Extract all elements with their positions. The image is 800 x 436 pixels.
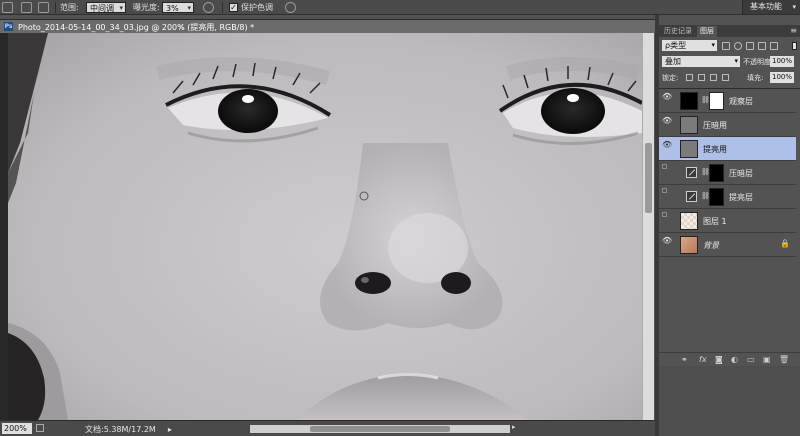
left-gutter	[0, 33, 8, 420]
layer-name: 压暗用	[703, 121, 727, 130]
close-document-icon[interactable]: ×	[178, 22, 185, 31]
tool-preset-icon[interactable]	[2, 2, 13, 13]
lock-all-icon[interactable]	[722, 74, 729, 81]
eye-icon[interactable]: 👁	[662, 140, 672, 149]
layer-row[interactable]: ⛓ 提亮层	[659, 185, 796, 209]
curves-adjustment-icon	[686, 167, 697, 178]
vertical-scroll-thumb[interactable]	[645, 143, 652, 213]
filter-toggle[interactable]	[792, 42, 797, 50]
layer-mask-thumbnail[interactable]	[709, 188, 724, 206]
layer-name: 背景	[703, 241, 719, 250]
layer-thumbnail	[680, 92, 698, 110]
exposure-label: 曝光度:	[133, 3, 160, 12]
photo-face	[8, 33, 642, 420]
adjustment-filter-icon[interactable]	[734, 42, 742, 50]
blend-row: 叠加 不透明度: 100%	[659, 55, 800, 69]
eye-icon[interactable]: 👁	[662, 236, 672, 245]
lock-pixels-icon[interactable]	[698, 74, 705, 81]
opacity-label: 不透明度:	[743, 58, 774, 66]
horizontal-scrollbar[interactable]	[250, 425, 510, 433]
options-bar: 范围: 中间调 曝光度: 3% ✓ 保护色调 基本功能	[0, 0, 800, 15]
status-icon	[36, 424, 44, 432]
layer-name: 压暗层	[729, 169, 753, 178]
layer-mask-thumbnail[interactable]	[709, 164, 724, 182]
new-layer-icon[interactable]: ▣	[763, 355, 771, 364]
layer-name: 观察层	[729, 97, 753, 106]
brush-preset-icon[interactable]	[21, 2, 32, 13]
new-adjustment-icon[interactable]: ◐	[731, 355, 738, 364]
layer-name: 提亮用	[703, 145, 727, 154]
blend-mode-dropdown[interactable]: 叠加	[662, 56, 740, 67]
layer-row[interactable]: 👁 ⛓ 观察层	[659, 89, 796, 113]
layer-row[interactable]: 图层 1	[659, 209, 796, 233]
panel-empty-area	[659, 366, 800, 436]
exposure-field[interactable]: 3%	[162, 2, 194, 14]
layers-footer: ⚭ fx ◙ ◐ ▭ ▣ 🗑	[659, 352, 800, 366]
workspace-switcher[interactable]: 基本功能	[742, 0, 800, 14]
layer-thumbnail	[680, 236, 698, 254]
visibility-off-icon[interactable]	[662, 212, 667, 217]
fill-label: 填充:	[747, 74, 764, 82]
visibility-off-icon[interactable]	[662, 164, 667, 169]
layer-filter-dropdown[interactable]: ρ类型	[662, 40, 717, 51]
brush-panel-icon[interactable]	[38, 2, 49, 13]
panel-menu-icon[interactable]: ≡	[790, 25, 797, 37]
opacity-field[interactable]: 100%	[770, 56, 794, 67]
range-dropdown[interactable]: 中间调	[86, 2, 126, 14]
smart-object-filter-icon[interactable]	[770, 42, 778, 50]
layer-name: 提亮层	[729, 193, 753, 202]
shape-filter-icon[interactable]	[758, 42, 766, 50]
lock-icon: 🔒	[780, 239, 790, 248]
panel-tabs: 历史记录 图层 ≡	[659, 25, 800, 37]
range-label: 范围:	[60, 3, 79, 12]
tab-layers[interactable]: 图层	[697, 26, 717, 37]
curves-adjustment-icon	[686, 191, 697, 202]
add-mask-icon[interactable]: ◙	[715, 355, 723, 364]
horizontal-scroll-thumb[interactable]	[310, 426, 450, 432]
image-canvas[interactable]	[8, 33, 642, 420]
fx-icon[interactable]: fx	[699, 355, 707, 364]
protect-tones-checkbox[interactable]: ✓	[229, 3, 238, 12]
photoshop-doc-icon: Ps	[4, 22, 13, 31]
status-menu-arrow-icon[interactable]: ▸	[168, 425, 172, 434]
scroll-right-arrow-icon[interactable]: ▸	[512, 423, 516, 431]
layer-filter-row: ρ类型	[659, 39, 800, 53]
layer-name: 图层 1	[703, 217, 727, 226]
status-bar: 200% 文档:5.38M/17.2M ▸ ▸	[0, 420, 655, 436]
lock-transparent-icon[interactable]	[686, 74, 693, 81]
eye-icon[interactable]: 👁	[662, 116, 672, 125]
airbrush-icon[interactable]	[203, 2, 214, 13]
separator	[222, 2, 223, 13]
visibility-off-icon[interactable]	[662, 188, 667, 193]
document-tab[interactable]: Ps Photo_2014-05-14_00_34_03.jpg @ 200% …	[0, 19, 655, 33]
document-title: Photo_2014-05-14_00_34_03.jpg @ 200% (提亮…	[18, 23, 255, 32]
separator	[55, 2, 56, 13]
lock-row: 锁定: 填充: 100%	[659, 71, 800, 85]
pixel-filter-icon[interactable]	[722, 42, 730, 50]
fill-field[interactable]: 100%	[770, 72, 794, 83]
vertical-scrollbar[interactable]	[642, 33, 654, 420]
zoom-field[interactable]: 200%	[2, 423, 32, 434]
eye-icon[interactable]: 👁	[662, 92, 672, 101]
type-filter-icon[interactable]	[746, 42, 754, 50]
layers-list: 👁 ⛓ 观察层 👁 压暗用 👁 提亮用 ⛓ 压暗层 ⛓ 提亮层 图层 1 👁 背…	[659, 88, 800, 348]
document-size-text: 文档:5.38M/17.2M	[85, 425, 156, 434]
layer-mask-thumbnail[interactable]	[709, 92, 724, 110]
trash-icon[interactable]: 🗑	[779, 355, 789, 364]
layer-thumbnail	[680, 140, 698, 158]
link-layers-icon[interactable]: ⚭	[681, 355, 688, 364]
tab-history[interactable]: 历史记录	[661, 26, 695, 37]
layer-row[interactable]: ⛓ 压暗层	[659, 161, 796, 185]
layer-row[interactable]: 👁 压暗用	[659, 113, 796, 137]
layer-row[interactable]: 👁 背景 🔒	[659, 233, 796, 257]
new-group-icon[interactable]: ▭	[747, 355, 755, 364]
lock-position-icon[interactable]	[710, 74, 717, 81]
lock-label: 锁定:	[662, 74, 679, 82]
layer-row-selected[interactable]: 👁 提亮用	[659, 137, 796, 161]
layer-thumbnail	[680, 212, 698, 230]
layer-thumbnail	[680, 116, 698, 134]
protect-tones-label: 保护色调	[241, 3, 273, 12]
pressure-size-icon[interactable]	[285, 2, 296, 13]
document-size: 文档:5.38M/17.2M ▸	[85, 424, 172, 435]
